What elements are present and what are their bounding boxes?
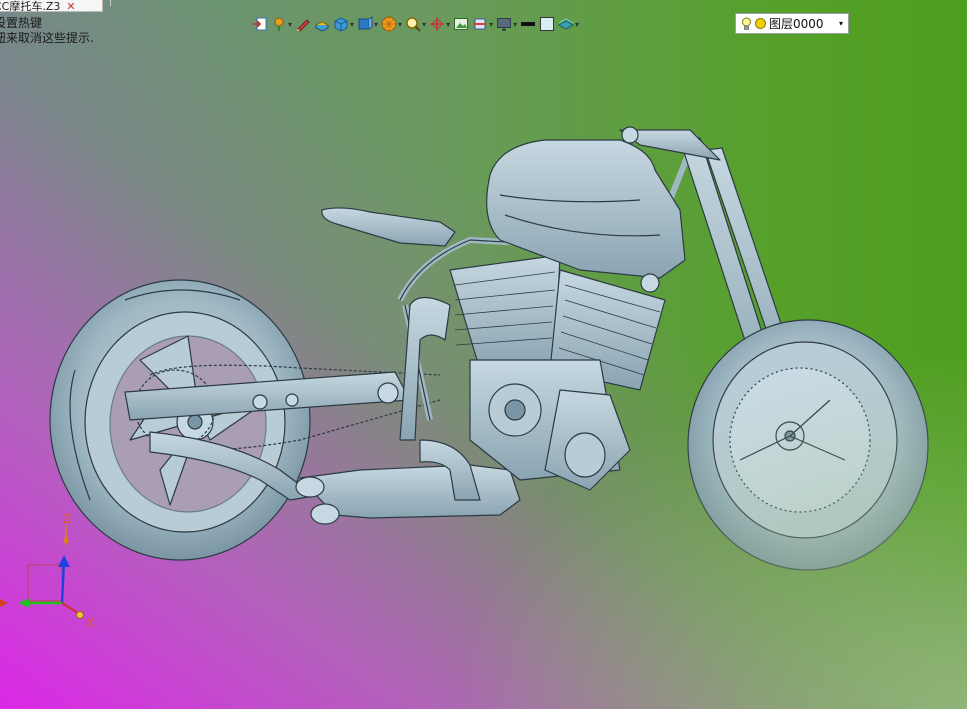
chevron-down-icon[interactable]: ▾ bbox=[839, 19, 843, 28]
light-bulb-icon bbox=[742, 17, 751, 30]
z-axis-label: Z bbox=[63, 512, 71, 526]
seat bbox=[321, 207, 456, 247]
palette-icon bbox=[381, 16, 397, 32]
hint-line-1: 设置热键 bbox=[0, 16, 43, 30]
line-color-icon bbox=[521, 22, 536, 26]
import-button[interactable] bbox=[252, 13, 268, 35]
chevron-down-icon[interactable]: ▾ bbox=[422, 20, 426, 29]
zoom-icon bbox=[406, 17, 421, 32]
x-axis-label: X bbox=[86, 616, 94, 630]
monitor-button[interactable]: ▾ bbox=[496, 13, 517, 35]
y-axis-tail bbox=[0, 599, 8, 607]
axis-target-icon bbox=[430, 17, 445, 31]
viewport-hint: 设置热键 钮来取消这些提示. bbox=[0, 16, 94, 46]
z-label-cone bbox=[63, 533, 69, 543]
layer-stack-button[interactable]: ▾ bbox=[558, 13, 579, 35]
y-axis-arrow bbox=[18, 598, 30, 608]
pin-point-icon bbox=[274, 17, 284, 31]
chevron-down-icon[interactable]: ▾ bbox=[374, 20, 378, 29]
layer-box-icon bbox=[314, 21, 330, 32]
axis-triad: Z X bbox=[0, 512, 94, 630]
front-wheel bbox=[687, 319, 929, 571]
chevron-down-icon[interactable]: ▾ bbox=[350, 20, 354, 29]
section-plane-button[interactable]: ▾ bbox=[472, 13, 493, 35]
chevron-down-icon[interactable]: ▾ bbox=[575, 20, 579, 29]
pen-button[interactable] bbox=[295, 13, 311, 35]
pin-point-button[interactable]: ▾ bbox=[271, 13, 292, 35]
fill-color-button[interactable] bbox=[539, 13, 555, 35]
zoom-button[interactable]: ▾ bbox=[405, 13, 426, 35]
layer-box-button[interactable] bbox=[314, 13, 330, 35]
fill-color-icon bbox=[540, 17, 555, 31]
document-tab-title: CC摩托车.Z3 bbox=[0, 0, 61, 12]
image-icon bbox=[454, 18, 469, 30]
layer-select[interactable]: 图层0000 ▾ bbox=[735, 13, 849, 34]
z-axis-arrow bbox=[58, 555, 70, 567]
x-axis-line bbox=[61, 602, 79, 614]
layer-select-value: 图层0000 bbox=[769, 17, 824, 31]
cube-shaded-button[interactable]: ▾ bbox=[333, 13, 354, 35]
line-color-button[interactable] bbox=[520, 13, 536, 35]
chevron-down-icon[interactable]: ▾ bbox=[398, 20, 402, 29]
chevron-down-icon[interactable]: ▾ bbox=[489, 20, 493, 29]
cube-view-icon bbox=[358, 16, 373, 30]
layer-stack-icon bbox=[558, 18, 575, 30]
document-tab[interactable]: CC摩托车.Z3 ✕ bbox=[0, 0, 103, 12]
chevron-down-icon[interactable]: ▾ bbox=[446, 20, 450, 29]
tab-separator bbox=[110, 0, 111, 6]
hint-line-2: 钮来取消这些提示. bbox=[0, 31, 94, 45]
motorcycle-model[interactable] bbox=[0, 0, 967, 709]
section-plane-icon bbox=[474, 18, 487, 30]
x-axis-end bbox=[76, 611, 84, 619]
pen-icon bbox=[297, 19, 310, 32]
chevron-down-icon[interactable]: ▾ bbox=[513, 20, 517, 29]
view-toolbar: ▾ ▾ ▾ ▾ ▾ ▾ ▾ ▾ ▾ bbox=[252, 12, 582, 36]
palette-button[interactable]: ▾ bbox=[381, 13, 402, 35]
import-icon bbox=[253, 17, 267, 31]
layer-status-dot-icon bbox=[755, 18, 766, 29]
close-icon[interactable]: ✕ bbox=[66, 1, 75, 11]
monitor-icon bbox=[497, 18, 512, 31]
cube-view-button[interactable]: ▾ bbox=[357, 13, 378, 35]
image-button[interactable] bbox=[453, 13, 469, 35]
chevron-down-icon[interactable]: ▾ bbox=[288, 20, 292, 29]
axis-target-button[interactable]: ▾ bbox=[429, 13, 450, 35]
cube-shaded-icon bbox=[334, 17, 348, 32]
3d-viewport[interactable]: CC摩托车.Z3 ✕ 设置热键 钮来取消这些提示. ▾ ▾ ▾ ▾ ▾ ▾ ▾ … bbox=[0, 0, 967, 709]
